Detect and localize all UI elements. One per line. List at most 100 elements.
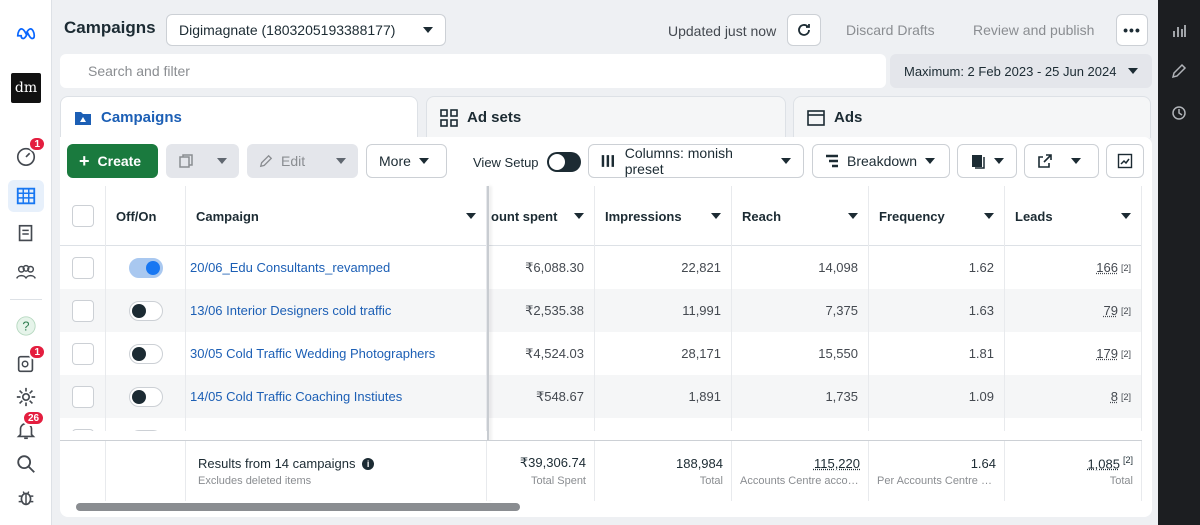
leads-cell: 129[2] xyxy=(1005,418,1142,431)
edit-button[interactable]: Edit xyxy=(247,144,358,178)
table-row[interactable]: 13/05_Event_Planners_coldtraffic ₹2,821.… xyxy=(60,418,1142,431)
header-reach[interactable]: Reach xyxy=(732,186,869,246)
header-leads[interactable]: Leads xyxy=(1005,186,1142,246)
leads-ref: [2] xyxy=(1120,391,1131,402)
impressions-cell: 22,821 xyxy=(595,246,732,289)
campaign-on-off-toggle[interactable] xyxy=(128,257,163,278)
row-checkbox[interactable] xyxy=(71,342,94,365)
reach-cell: 14,098 xyxy=(732,246,869,289)
summary-reach: 115,220 Accounts Centre accou... xyxy=(732,441,869,501)
select-all-checkbox[interactable] xyxy=(71,205,94,227)
summary-leads-value[interactable]: 1,085 xyxy=(1087,456,1120,471)
chevron-down-icon xyxy=(217,158,227,164)
table-row[interactable]: 20/06_Edu Consultants_revamped ₹6,088.30… xyxy=(60,246,1142,289)
reports-button[interactable] xyxy=(957,144,1017,178)
pencil-icon[interactable] xyxy=(1168,60,1190,82)
row-toggle-cell xyxy=(106,289,186,332)
report-bug-icon[interactable] xyxy=(8,482,44,514)
create-label: Create xyxy=(97,153,142,169)
campaign-name-link[interactable]: 13/05_Event_Planners_coldtraffic xyxy=(186,418,487,431)
summary-frequency-sub: Per Accounts Centre a... xyxy=(877,474,996,487)
header-off-on[interactable]: Off/On xyxy=(106,186,186,246)
campaign-name-link[interactable]: 13/06 Interior Designers cold traffic xyxy=(186,289,487,332)
review-publish-button[interactable]: Review and publish xyxy=(973,22,1094,38)
bar-chart-icon[interactable] xyxy=(1168,20,1190,42)
summary-amount-sub: Total Spent xyxy=(530,475,586,487)
leads-value[interactable]: 179 xyxy=(1096,346,1118,361)
leads-value[interactable]: 166 xyxy=(1096,260,1118,275)
summary-leads-main: 1,085 [2] xyxy=(1087,455,1133,471)
row-select-cell xyxy=(60,332,106,375)
meta-logo-icon[interactable] xyxy=(8,17,44,49)
more-options-button[interactable]: ••• xyxy=(1116,14,1148,46)
search-icon[interactable] xyxy=(8,448,44,480)
history-clock-icon[interactable] xyxy=(1168,102,1190,124)
campaign-name-link[interactable]: 30/05 Cold Traffic Wedding Photographers xyxy=(186,332,487,375)
export-button[interactable] xyxy=(1024,144,1099,178)
sort-caret-icon xyxy=(466,213,476,219)
svg-text:?: ? xyxy=(22,319,29,334)
view-setup-toggle[interactable]: View Setup xyxy=(473,152,581,172)
row-checkbox[interactable] xyxy=(71,385,94,408)
row-checkbox[interactable] xyxy=(71,299,94,322)
campaign-name-link[interactable]: 14/05 Cold Traffic Coaching Instiutes xyxy=(186,375,487,418)
frequency-cell: 1.09 xyxy=(869,375,1005,418)
campaign-on-off-toggle[interactable] xyxy=(128,386,163,407)
tab-ads[interactable]: Ads xyxy=(793,96,1151,138)
table-row[interactable]: 14/05 Cold Traffic Coaching Instiutes ₹5… xyxy=(60,375,1142,418)
tab-campaigns[interactable]: Campaigns xyxy=(60,96,418,138)
header-impressions[interactable]: Impressions xyxy=(595,186,732,246)
row-checkbox[interactable] xyxy=(71,256,94,279)
row-select-cell xyxy=(60,246,106,289)
create-button[interactable]: + Create xyxy=(67,144,158,178)
campaign-on-off-toggle[interactable] xyxy=(128,429,163,431)
header-amount-spent[interactable]: ount spent xyxy=(487,186,595,246)
activity-gauge-icon[interactable]: 1 xyxy=(8,136,46,172)
table-row[interactable]: 30/05 Cold Traffic Wedding Photographers… xyxy=(60,332,1142,375)
header-frequency[interactable]: Frequency xyxy=(869,186,1005,246)
ads-manager-table-icon[interactable] xyxy=(8,180,44,212)
help-icon[interactable]: ? xyxy=(8,310,44,342)
header-campaign[interactable]: Campaign xyxy=(186,186,487,246)
more-button[interactable]: More xyxy=(366,144,447,178)
chevron-down-icon xyxy=(423,27,433,33)
summary-amount: ₹39,306.74 Total Spent xyxy=(487,441,595,501)
view-setup-switch[interactable] xyxy=(546,152,581,172)
header-leads-label: Leads xyxy=(1015,208,1053,224)
leads-value[interactable]: 79 xyxy=(1104,303,1118,318)
info-icon[interactable]: i xyxy=(362,458,375,471)
right-side-panel-rail xyxy=(1158,0,1200,525)
date-range-picker[interactable]: Maximum: 2 Feb 2023 - 25 Jun 2024 xyxy=(890,54,1152,88)
summary-leads-ref: [2] xyxy=(1122,454,1133,465)
campaign-on-off-toggle[interactable] xyxy=(128,300,163,321)
pages-icon[interactable] xyxy=(8,218,44,250)
tab-ad-sets[interactable]: Ad sets xyxy=(426,96,786,138)
chevron-down-icon xyxy=(1128,68,1138,74)
leads-value[interactable]: 8 xyxy=(1111,389,1118,404)
campaign-name-link[interactable]: 20/06_Edu Consultants_revamped xyxy=(186,246,487,289)
refresh-button[interactable] xyxy=(787,14,821,46)
summary-reach-value[interactable]: 115,220 xyxy=(814,456,860,471)
duplicate-button[interactable] xyxy=(166,144,239,178)
tab-campaigns-label: Campaigns xyxy=(101,109,182,126)
columns-button[interactable]: Columns: monish preset xyxy=(588,144,804,178)
notifications-bell-icon[interactable]: 26 xyxy=(8,410,46,446)
page-inbox-icon[interactable]: 1 xyxy=(8,344,46,380)
discard-drafts-button[interactable]: Discard Drafts xyxy=(846,22,935,38)
row-checkbox[interactable] xyxy=(71,428,94,431)
account-selector[interactable]: Digimagnate (1803205193388177) xyxy=(166,14,446,46)
leads-cell: 166 [2] xyxy=(1005,246,1142,289)
rail-divider xyxy=(10,299,42,300)
search-filter-input[interactable]: Search and filter xyxy=(60,54,886,88)
charts-button[interactable] xyxy=(1106,144,1144,178)
campaign-on-off-toggle[interactable] xyxy=(128,343,163,364)
breakdown-button[interactable]: Breakdown xyxy=(812,144,950,178)
horizontal-scrollbar[interactable] xyxy=(76,503,520,511)
chevron-down-icon xyxy=(1071,158,1081,164)
reach-cell: 15,550 xyxy=(732,332,869,375)
settings-gear-icon[interactable] xyxy=(8,381,44,413)
table-row[interactable]: 13/06 Interior Designers cold traffic ₹2… xyxy=(60,289,1142,332)
summary-row: Results from 14 campaigns i Excludes del… xyxy=(60,440,1142,501)
account-avatar[interactable]: dm xyxy=(11,73,41,103)
audiences-icon[interactable] xyxy=(8,256,44,288)
